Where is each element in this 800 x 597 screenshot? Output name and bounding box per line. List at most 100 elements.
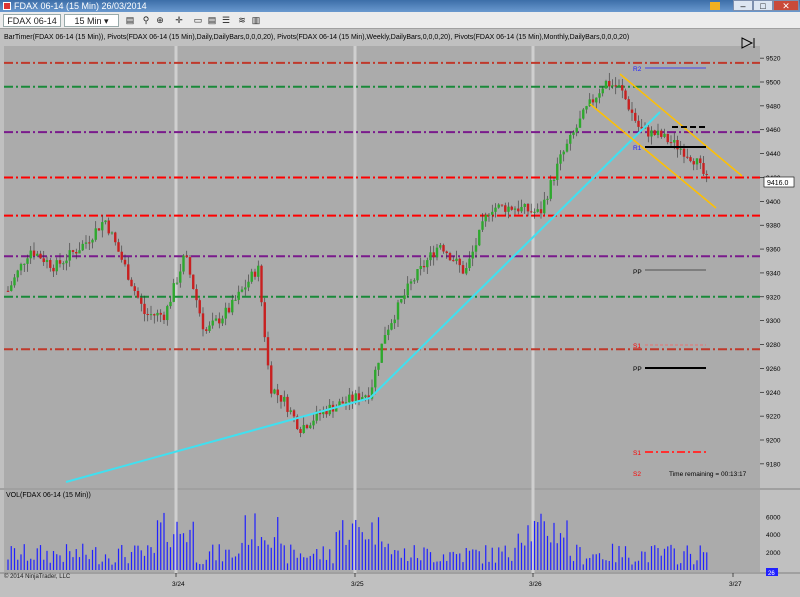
date-label-2: 3/26	[529, 581, 542, 588]
candle-body-11	[42, 258, 45, 263]
current-price-text: 9416.0	[767, 180, 789, 187]
candle-body-211	[692, 161, 695, 165]
candle-body-143	[471, 251, 474, 259]
copyright-text: © 2014 NinjaTrader, LLC	[4, 573, 71, 580]
candle-body-161	[530, 211, 533, 213]
candle-body-163	[536, 209, 539, 212]
candle-body-139	[458, 258, 461, 266]
candle-body-157	[517, 208, 520, 212]
candle-body-114	[377, 362, 380, 370]
candle-body-36	[123, 259, 127, 265]
candle-body-48	[162, 314, 166, 321]
candle-body-149	[491, 211, 494, 215]
pp2-label: PP	[633, 366, 642, 373]
candle-body-92	[305, 425, 309, 429]
price-tick-label-15: 9480	[766, 103, 781, 110]
candle-body-152	[500, 204, 504, 206]
candle-body-63	[211, 320, 214, 326]
candle-body-13	[49, 260, 52, 268]
crosshair-icon[interactable]: ✛ ▾	[172, 14, 186, 37]
interval-selector[interactable]: 15 Min ▾	[64, 14, 119, 27]
price-chart[interactable]: 9180 9200 9220 9240 9260 9280 9300 9320 9340 9360…	[0, 30, 800, 597]
zoom-in-icon[interactable]: ⊕	[154, 14, 166, 27]
candle-body-80	[266, 337, 270, 366]
candle-body-74	[247, 281, 250, 288]
time-remaining-text: Time remaining = 00:13:17	[669, 471, 747, 478]
candle-body-201	[660, 130, 663, 137]
price-tick-label-5: 9280	[766, 342, 781, 349]
candle-body-190	[624, 90, 627, 100]
candle-body-54	[182, 255, 185, 272]
candle-body-32	[110, 232, 114, 234]
candle-body-87	[289, 410, 292, 412]
candle-body-26	[91, 239, 94, 243]
candle-body-53	[179, 271, 182, 283]
candle-body-88	[292, 410, 296, 417]
candle-body-25	[88, 242, 91, 244]
indicators-icon[interactable]: ▥	[250, 14, 262, 27]
volume-tick-label-0: 2000	[766, 550, 781, 557]
candle-body-65	[218, 318, 221, 324]
candle-body-47	[159, 312, 162, 315]
candle-body-104	[344, 402, 348, 404]
candle-body-66	[221, 318, 224, 324]
r1-label: R1	[633, 145, 642, 152]
candle-body-181	[595, 97, 598, 103]
candle-body-119	[393, 319, 396, 324]
candle-body-121	[400, 299, 403, 303]
draw-tool-icon[interactable]: ▭	[192, 14, 204, 27]
price-tick-label-9: 9360	[766, 247, 781, 254]
candle-body-85	[283, 396, 286, 402]
properties-icon[interactable]: ☰	[220, 14, 232, 27]
candle-body-175	[575, 127, 578, 133]
candle-body-41	[140, 297, 143, 304]
bar-type-icon[interactable]: ▤	[124, 14, 136, 27]
candle-body-123	[406, 283, 409, 296]
candle-body-172	[565, 143, 569, 152]
candle-body-52	[175, 282, 179, 284]
candle-body-128	[422, 265, 426, 268]
close-button[interactable]: ✕	[773, 0, 799, 11]
candle-body-210	[689, 157, 692, 162]
candle-body-39	[133, 286, 136, 291]
candle-body-115	[380, 343, 383, 363]
price-tick-label-11: 9400	[766, 199, 781, 206]
r2-label: R2	[633, 66, 642, 73]
price-tick-label-13: 9440	[766, 151, 781, 158]
price-tick-label-7: 9320	[766, 294, 781, 301]
window-titlebar: FDAX 06-14 (15 Min) 26/03/2014 – □ ✕	[0, 0, 800, 12]
candle-body-138	[455, 258, 458, 261]
candle-body-50	[169, 301, 172, 307]
magnifier-icon[interactable]: ⚲	[140, 14, 152, 27]
candle-body-130	[429, 252, 432, 261]
price-tick-label-17: 9520	[766, 56, 781, 63]
strategies-icon[interactable]: ≋	[236, 14, 248, 27]
candle-body-12	[45, 260, 49, 263]
candle-body-77	[257, 265, 260, 277]
minimize-button[interactable]: –	[733, 0, 753, 11]
volume-tag-text: 26	[768, 571, 775, 577]
candle-body-126	[416, 269, 419, 281]
candle-body-1	[10, 285, 13, 291]
candle-body-81	[270, 365, 273, 394]
candle-body-72	[240, 289, 244, 292]
candle-body-120	[396, 302, 400, 320]
text-tool-icon[interactable]: ▤	[206, 14, 218, 27]
date-label-1: 3/25	[351, 581, 364, 588]
price-tick-label-6: 9300	[766, 318, 781, 325]
maximize-button[interactable]: □	[753, 0, 773, 11]
candle-body-61	[205, 329, 208, 331]
instrument-selector[interactable]: FDAX 06-14 ▾	[3, 14, 61, 38]
price-panel	[4, 46, 760, 488]
candle-body-188	[617, 85, 621, 87]
instrument-label: FDAX 06-14	[7, 16, 57, 26]
candle-body-198	[650, 130, 653, 137]
candle-body-146	[481, 221, 484, 230]
candle-body-84	[279, 395, 283, 402]
candle-body-140	[461, 265, 465, 274]
candle-body-173	[569, 134, 572, 144]
candle-body-183	[601, 88, 604, 94]
candle-body-23	[81, 243, 84, 251]
candle-body-19	[68, 250, 71, 261]
candle-body-86	[286, 396, 289, 412]
